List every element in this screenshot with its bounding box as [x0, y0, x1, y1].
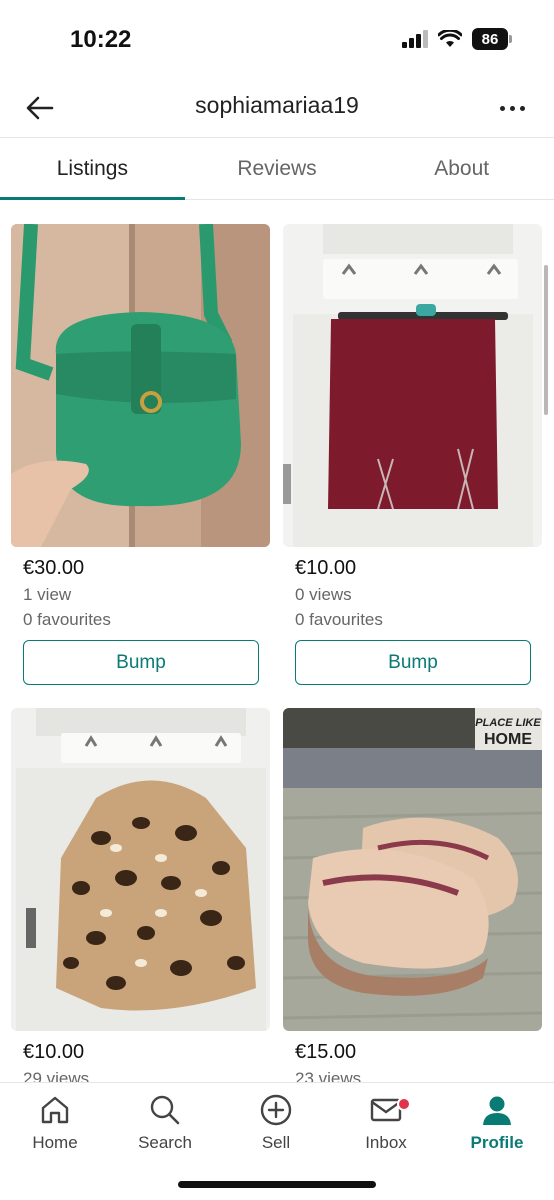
- dot-icon: [509, 105, 515, 111]
- home-icon: [41, 1096, 69, 1124]
- listing-views: 1 view: [23, 585, 72, 604]
- listing-price: €30.00: [23, 557, 85, 579]
- listing-card[interactable]: €30.00 1 view 0 favourites Bump: [11, 224, 270, 685]
- battery-icon: 86: [472, 28, 512, 50]
- nav-inbox[interactable]: Inbox: [341, 1093, 431, 1153]
- tab-reviews[interactable]: Reviews: [185, 139, 370, 199]
- more-options-button[interactable]: [492, 90, 532, 126]
- nav-home[interactable]: Home: [10, 1093, 100, 1153]
- listing-views: 0 views: [295, 585, 352, 604]
- profile-tabs: Listings Reviews About: [0, 139, 554, 200]
- listing-photo-leopard-jacket[interactable]: [11, 708, 270, 1031]
- listing-price: €15.00: [295, 1041, 357, 1063]
- back-button[interactable]: [22, 90, 58, 126]
- scrollbar[interactable]: [544, 265, 548, 415]
- signal-icon: [402, 30, 428, 48]
- arrow-left-icon: [26, 96, 54, 120]
- page-title: sophiamariaa19: [195, 92, 359, 118]
- listing-favourites: 0 favourites: [295, 610, 383, 629]
- listing-photo-red-skirt[interactable]: [283, 224, 542, 547]
- listings-grid: €30.00 1 view 0 favourites Bump €10.00 0…: [11, 224, 543, 1082]
- person-icon: [483, 1096, 511, 1125]
- tab-listings[interactable]: Listings: [0, 139, 185, 200]
- listing-card[interactable]: €10.00 0 views 0 favourites Bump: [283, 224, 542, 685]
- notification-badge: [397, 1097, 411, 1111]
- listing-price: €10.00: [23, 1041, 85, 1063]
- status-icons: 86: [402, 28, 512, 50]
- nav-search-label: Search: [138, 1133, 192, 1152]
- listing-price: €10.00: [295, 557, 357, 579]
- tab-about[interactable]: About: [369, 139, 554, 199]
- wifi-icon: [438, 30, 462, 47]
- nav-sell-label: Sell: [261, 1133, 291, 1152]
- nav-search[interactable]: Search: [120, 1093, 210, 1153]
- listing-favourites: 0 favourites: [23, 610, 111, 629]
- dot-icon: [519, 105, 525, 111]
- listing-views: 29 views: [23, 1069, 90, 1082]
- nav-profile[interactable]: Profile: [452, 1093, 542, 1153]
- status-bar: 10:22 86: [0, 0, 554, 80]
- search-icon: [150, 1095, 180, 1125]
- bottom-navigation: Home Search Sell Inbox Profile: [0, 1082, 554, 1200]
- listing-photo-green-bag[interactable]: [11, 224, 270, 547]
- listing-views: 23 views: [295, 1069, 362, 1082]
- home-indicator: [178, 1181, 376, 1188]
- listing-photo-slippers[interactable]: PLACE LIKE HOME: [283, 708, 542, 1031]
- listing-card[interactable]: PLACE LIKE HOME €15.00 23 views: [283, 708, 542, 1082]
- nav-sell[interactable]: Sell: [231, 1093, 321, 1153]
- sign-text-line1: PLACE LIKE: [475, 717, 541, 729]
- listing-card[interactable]: €10.00 29 views: [11, 708, 270, 1082]
- envelope-icon: [370, 1098, 402, 1122]
- plus-circle-icon: [260, 1094, 292, 1126]
- nav-profile-label: Profile: [470, 1133, 524, 1152]
- profile-header: sophiamariaa19: [0, 80, 554, 138]
- nav-home-label: Home: [32, 1133, 78, 1152]
- profile-screen: 10:22 86 sophiamariaa19 Listings Reviews…: [0, 0, 554, 1200]
- bump-button[interactable]: Bump: [295, 640, 531, 685]
- sign-text-line2: HOME: [484, 731, 532, 748]
- status-time: 10:22: [70, 26, 132, 53]
- battery-level: 86: [481, 30, 499, 48]
- dot-icon: [499, 105, 505, 111]
- nav-inbox-label: Inbox: [365, 1133, 407, 1152]
- bump-button[interactable]: Bump: [23, 640, 259, 685]
